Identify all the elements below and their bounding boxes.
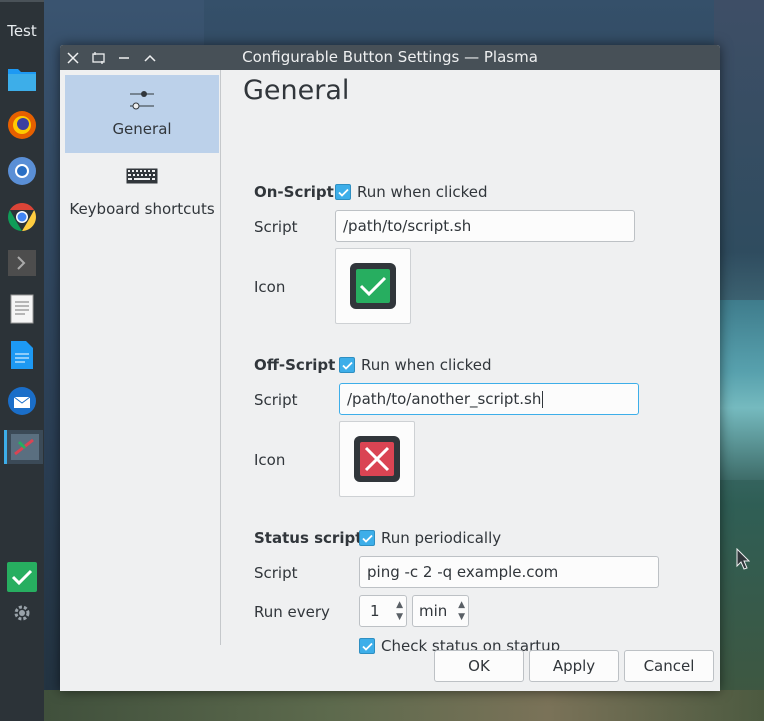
off-script-path-input[interactable]: /path/to/another_script.sh bbox=[339, 383, 639, 415]
status-script-periodic-checkbox[interactable]: Run periodically bbox=[359, 529, 501, 547]
apply-button[interactable]: Apply bbox=[529, 650, 619, 682]
chevron-up-icon[interactable]: ▲ bbox=[396, 601, 403, 610]
sidebar-item-label: Keyboard shortcuts bbox=[69, 200, 215, 218]
sliders-icon bbox=[130, 91, 154, 110]
checkbox-checked-icon[interactable] bbox=[335, 184, 351, 200]
checkbox-checked-icon[interactable] bbox=[359, 530, 375, 546]
settings-gear-icon[interactable] bbox=[7, 598, 37, 628]
interval-unit-spinbox[interactable]: min ▲ ▼ bbox=[412, 595, 469, 627]
sidebar-item-keyboard-shortcuts[interactable]: Keyboard shortcuts bbox=[65, 162, 219, 240]
firefox-icon[interactable] bbox=[7, 110, 37, 140]
off-script-script-label: Script bbox=[254, 391, 298, 409]
on-script-run-checkbox[interactable]: Run when clicked bbox=[335, 183, 488, 201]
chevron-down-icon[interactable]: ▼ bbox=[396, 613, 403, 622]
chrome-icon[interactable] bbox=[7, 202, 37, 232]
ok-button[interactable]: OK bbox=[434, 650, 524, 682]
off-script-icon-label: Icon bbox=[254, 451, 286, 469]
off-script-run-checkbox[interactable]: Run when clicked bbox=[339, 356, 492, 374]
on-script-script-label: Script bbox=[254, 218, 298, 236]
off-script-icon-button[interactable] bbox=[339, 421, 415, 497]
folder-icon[interactable] bbox=[7, 64, 37, 94]
settings-window: Configurable Button Settings — Plasma Ge… bbox=[60, 45, 720, 691]
window-titlebar[interactable]: Configurable Button Settings — Plasma bbox=[60, 45, 720, 70]
on-script-icon-label: Icon bbox=[254, 278, 286, 296]
mouse-cursor-icon bbox=[736, 548, 750, 570]
text-caret bbox=[542, 391, 544, 408]
sidebar-item-general[interactable]: General bbox=[65, 75, 219, 153]
off-script-label: Off-Script bbox=[254, 356, 336, 374]
keyboard-icon bbox=[126, 168, 158, 184]
checkbox-checked-icon[interactable] bbox=[359, 638, 375, 654]
chromium-icon[interactable] bbox=[7, 156, 37, 186]
document-icon[interactable] bbox=[7, 340, 37, 370]
window-title: Configurable Button Settings — Plasma bbox=[242, 48, 538, 66]
run-every-label: Run every bbox=[254, 603, 330, 621]
cross-icon bbox=[354, 436, 400, 482]
thunderbird-icon[interactable] bbox=[7, 386, 37, 416]
kdevelop-icon[interactable] bbox=[4, 430, 43, 464]
terminal-icon[interactable] bbox=[7, 248, 37, 278]
sidebar-item-label: General bbox=[112, 120, 172, 138]
status-script-script-label: Script bbox=[254, 564, 298, 582]
cancel-button[interactable]: Cancel bbox=[624, 650, 714, 682]
on-script-icon-button[interactable] bbox=[335, 248, 411, 324]
on-script-label: On-Script bbox=[254, 183, 334, 201]
checkmark-app-icon[interactable] bbox=[7, 562, 37, 592]
taskbar: Test bbox=[0, 0, 44, 721]
on-script-path-input[interactable]: /path/to/script.sh bbox=[335, 210, 635, 242]
chevron-up-icon[interactable]: ▲ bbox=[458, 601, 465, 610]
status-script-command-input[interactable]: ping -c 2 -q example.com bbox=[359, 556, 659, 588]
text-editor-icon[interactable] bbox=[7, 294, 37, 324]
chevron-down-icon[interactable]: ▼ bbox=[458, 613, 465, 622]
checkmark-icon bbox=[350, 263, 396, 309]
general-page: General On-Script Run when clicked Scrip… bbox=[221, 70, 720, 690]
page-title: General bbox=[243, 75, 350, 106]
taskbar-title: Test bbox=[7, 22, 37, 40]
status-script-label: Status script bbox=[254, 529, 363, 547]
checkbox-checked-icon[interactable] bbox=[339, 357, 355, 373]
interval-spinbox[interactable]: 1 ▲ ▼ bbox=[359, 595, 407, 627]
sidebar: General Keyboard shortcuts bbox=[60, 70, 221, 645]
